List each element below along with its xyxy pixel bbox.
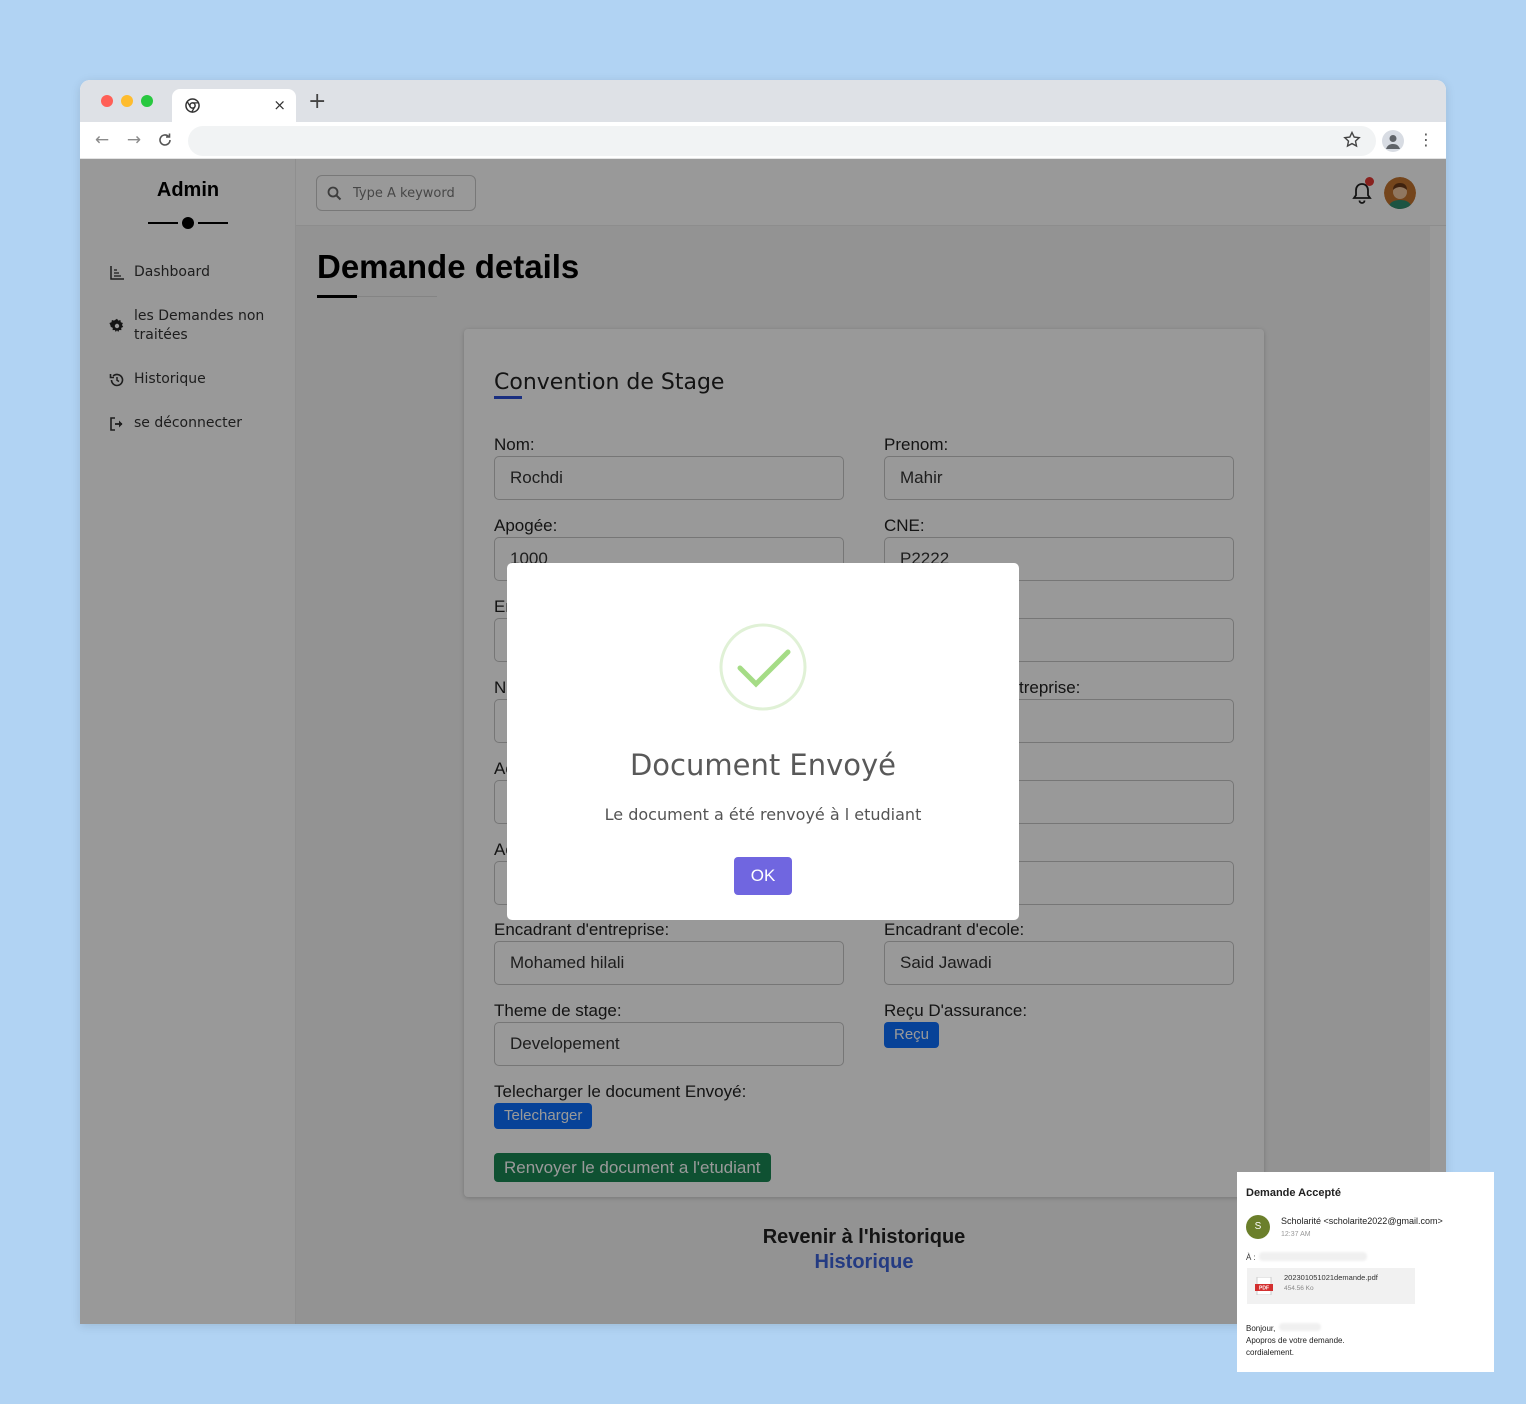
attachment-size: 454.56 Ko bbox=[1284, 1285, 1314, 1292]
browser-toolbar: ← → ⋮ bbox=[80, 122, 1446, 159]
address-bar[interactable] bbox=[188, 126, 1376, 156]
email-time: 12:37 AM bbox=[1281, 1231, 1311, 1238]
email-recipient-redacted bbox=[1259, 1252, 1367, 1261]
ok-button[interactable]: OK bbox=[734, 857, 792, 895]
close-window-button[interactable] bbox=[101, 95, 113, 107]
maximize-window-button[interactable] bbox=[141, 95, 153, 107]
email-body-line: cordialement. bbox=[1246, 1348, 1295, 1357]
tab-bar: × + bbox=[80, 80, 1446, 122]
sender-avatar: S bbox=[1246, 1215, 1270, 1239]
browser-window: × + ← → ⋮ Admin Dashboard les Demandes n… bbox=[80, 80, 1446, 1324]
success-check-icon bbox=[719, 623, 807, 711]
email-attachment[interactable]: PDF 202301051021demande.pdf 454.56 Ko bbox=[1247, 1268, 1415, 1304]
minimize-window-button[interactable] bbox=[121, 95, 133, 107]
modal-text: Le document a été renvoyé à l etudiant bbox=[604, 805, 922, 824]
forward-arrow-icon[interactable]: → bbox=[124, 130, 144, 150]
browser-menu-icon[interactable]: ⋮ bbox=[1418, 130, 1434, 150]
pdf-badge-text: PDF bbox=[1259, 1286, 1269, 1292]
close-tab-icon[interactable]: × bbox=[273, 95, 286, 115]
back-arrow-icon[interactable]: ← bbox=[92, 130, 112, 150]
bookmark-star-icon[interactable] bbox=[1342, 130, 1362, 150]
email-body-line: Apopros de votre demande. bbox=[1246, 1336, 1345, 1345]
reload-icon[interactable] bbox=[157, 132, 173, 148]
chrome-icon bbox=[185, 98, 200, 113]
email-sender: Scholarité <scholarite2022@gmail.com> bbox=[1281, 1216, 1443, 1226]
success-modal: Document Envoyé Le document a été renvoy… bbox=[507, 563, 1019, 920]
email-body-line: Bonjour, bbox=[1246, 1324, 1276, 1333]
attachment-name: 202301051021demande.pdf bbox=[1284, 1273, 1378, 1282]
email-preview: Demande Accepté S Scholarité <scholarite… bbox=[1237, 1172, 1494, 1372]
new-tab-button[interactable]: + bbox=[308, 90, 326, 114]
modal-title: Document Envoyé bbox=[629, 748, 897, 782]
email-subject: Demande Accepté bbox=[1246, 1187, 1341, 1199]
profile-icon[interactable] bbox=[1382, 130, 1404, 152]
email-name-redacted bbox=[1279, 1323, 1321, 1331]
browser-tab[interactable]: × bbox=[172, 89, 296, 122]
pdf-icon: PDF bbox=[1255, 1277, 1273, 1295]
email-to-label: À : bbox=[1246, 1253, 1256, 1262]
